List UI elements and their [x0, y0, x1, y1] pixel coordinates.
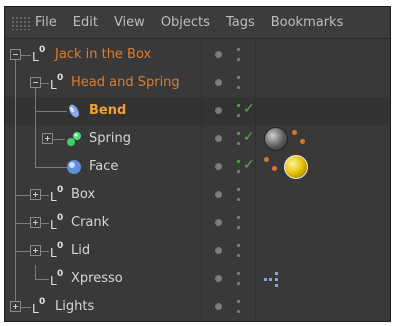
xpresso-tag-icon[interactable]	[264, 271, 282, 287]
object-row-bend[interactable]: Bend ✓	[5, 97, 390, 125]
object-row-lights[interactable]: L 0 Lights	[5, 293, 390, 321]
object-label[interactable]: Lid	[71, 243, 90, 258]
menu-file[interactable]: File	[35, 15, 57, 30]
enabled-check-icon[interactable]: ✓	[243, 101, 255, 117]
null-object-icon: L 0	[32, 45, 46, 64]
null-object-icon: L 0	[50, 185, 64, 204]
collapse-toggle[interactable]	[10, 49, 21, 60]
null-object-icon: L 0	[50, 241, 64, 260]
object-label[interactable]: Jack in the Box	[55, 47, 151, 62]
render-visibility-dots[interactable]	[237, 104, 240, 118]
panel-grip-handle[interactable]	[11, 15, 31, 30]
render-visibility-dots[interactable]	[237, 244, 240, 258]
null-object-icon: L 0	[50, 73, 64, 92]
sphere-object-icon	[67, 160, 81, 174]
object-label[interactable]: Bend	[89, 103, 126, 118]
tags-cell	[255, 41, 390, 69]
visibility-dot[interactable]	[215, 247, 222, 254]
tags-cell	[255, 293, 390, 321]
menu-objects[interactable]: Objects	[161, 15, 210, 30]
tags-cell	[255, 265, 390, 293]
tags-cell	[255, 181, 390, 209]
object-label[interactable]: Xpresso	[71, 271, 123, 286]
render-visibility-dots[interactable]	[237, 48, 240, 62]
menu-tags[interactable]: Tags	[226, 15, 255, 30]
expand-toggle[interactable]	[42, 133, 53, 144]
null-object-icon: L 0	[50, 213, 64, 232]
enabled-check-icon[interactable]: ✓	[243, 157, 255, 173]
expand-toggle[interactable]	[30, 189, 41, 200]
bend-deformer-icon	[69, 104, 79, 118]
object-row-xpresso[interactable]: L 0 Xpresso	[5, 265, 390, 293]
object-row-spring[interactable]: Spring ✓	[5, 125, 390, 153]
tag-dot-icon	[264, 157, 269, 162]
null-object-icon: L 0	[50, 269, 64, 288]
visibility-dot[interactable]	[215, 163, 222, 170]
visibility-dot[interactable]	[215, 191, 222, 198]
expand-toggle[interactable]	[30, 217, 41, 228]
object-manager-panel: File Edit View Objects Tags Bookmarks L …	[4, 6, 391, 322]
render-visibility-dots[interactable]	[237, 132, 240, 146]
object-label[interactable]: Crank	[71, 215, 109, 230]
menu-bookmarks[interactable]: Bookmarks	[271, 15, 344, 30]
tags-cell	[255, 153, 390, 181]
object-row-box[interactable]: L 0 Box	[5, 181, 390, 209]
visibility-dot[interactable]	[215, 275, 222, 282]
object-label[interactable]: Head and Spring	[71, 75, 180, 90]
null-object-icon: L 0	[32, 297, 46, 316]
render-visibility-dots[interactable]	[237, 160, 240, 174]
tag-dot-icon	[292, 130, 297, 135]
expand-toggle[interactable]	[30, 245, 41, 256]
render-visibility-dots[interactable]	[237, 272, 240, 286]
object-row-head-and-spring[interactable]: L 0 Head and Spring	[5, 69, 390, 97]
tags-cell	[255, 125, 390, 153]
object-row-face[interactable]: Face ✓	[5, 153, 390, 181]
object-tree: L 0 Jack in the Box L 0 Head and Spring …	[5, 41, 390, 321]
material-tag-gray-icon[interactable]	[264, 127, 288, 151]
menu-bar: File Edit View Objects Tags Bookmarks	[5, 7, 390, 39]
visibility-dot[interactable]	[215, 135, 222, 142]
object-row-crank[interactable]: L 0 Crank	[5, 209, 390, 237]
visibility-dot[interactable]	[215, 303, 222, 310]
render-visibility-dots[interactable]	[237, 300, 240, 314]
object-label[interactable]: Box	[71, 187, 95, 202]
material-tag-gold-icon[interactable]	[284, 155, 308, 179]
object-row-jack-in-the-box[interactable]: L 0 Jack in the Box	[5, 41, 390, 69]
tags-cell	[255, 97, 390, 125]
visibility-dot[interactable]	[215, 51, 222, 58]
tags-cell	[255, 209, 390, 237]
object-row-lid[interactable]: L 0 Lid	[5, 237, 390, 265]
menu-view[interactable]: View	[114, 15, 145, 30]
tags-cell	[255, 237, 390, 265]
visibility-dot[interactable]	[215, 107, 222, 114]
visibility-dot[interactable]	[215, 79, 222, 86]
object-label[interactable]: Spring	[89, 131, 131, 146]
object-label[interactable]: Lights	[55, 299, 94, 314]
object-label[interactable]: Face	[89, 159, 118, 174]
render-visibility-dots[interactable]	[237, 76, 240, 90]
menu-edit[interactable]: Edit	[73, 15, 98, 30]
enabled-check-icon[interactable]: ✓	[243, 129, 255, 145]
collapse-toggle[interactable]	[30, 77, 41, 88]
render-visibility-dots[interactable]	[237, 188, 240, 202]
expand-toggle[interactable]	[10, 301, 21, 312]
spring-spline-icon	[67, 132, 81, 146]
tag-dot-icon	[272, 166, 277, 171]
tag-dot-icon	[300, 139, 305, 144]
visibility-dot[interactable]	[215, 219, 222, 226]
tags-cell	[255, 69, 390, 97]
render-visibility-dots[interactable]	[237, 216, 240, 230]
